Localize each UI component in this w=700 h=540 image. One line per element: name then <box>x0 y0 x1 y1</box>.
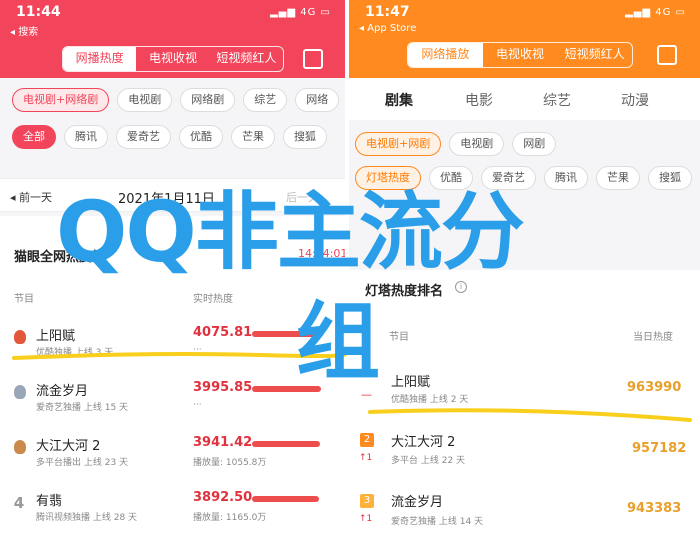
chip-variety[interactable]: 综艺 <box>243 88 288 112</box>
chip-web[interactable]: 网络剧 <box>180 88 236 112</box>
left-platform-chips: 全部 腾讯 爱奇艺 优酷 芒果 搜狐 <box>12 125 327 149</box>
tab-network-play[interactable]: 网络播放 <box>408 43 483 67</box>
share-icon[interactable] <box>303 49 323 69</box>
left-back-link[interactable]: ◂ 搜索 <box>10 23 38 38</box>
bronze-medal-icon <box>14 440 26 454</box>
gold-medal-icon <box>14 330 26 344</box>
chip-tencent[interactable]: 腾讯 <box>64 125 108 149</box>
left-row-1-sub: 优酷独播 上线 3 天 <box>36 348 114 358</box>
chip-more[interactable]: 网络 <box>295 88 340 112</box>
chip-tv-plus-web[interactable]: 电视剧+网络剧 <box>12 88 110 112</box>
prev-day-button[interactable]: ◂ 前一天 <box>10 189 52 205</box>
watermark-line-1: QQ非主流分 <box>56 183 525 281</box>
right-row-2-value: 957182 <box>632 441 687 456</box>
right-clock: 11:47 <box>365 4 410 20</box>
right-row-3-value: 943383 <box>627 501 682 516</box>
left-category-chips: 电视剧+网络剧 电视剧 网络剧 综艺 网络 <box>12 88 340 112</box>
chip-web-right[interactable]: 网剧 <box>512 132 557 156</box>
left-row-3-extra: 播放量: 1055.8万 <box>193 458 267 468</box>
right-row-2-title[interactable]: 大江大河 2 <box>391 431 455 450</box>
left-row-4-sub: 腾讯视频独播 上线 28 天 <box>36 513 138 523</box>
left-row-3-sub: 多平台播出 上线 23 天 <box>36 458 129 468</box>
left-row-1-value: 4075.81 <box>193 325 253 340</box>
right-row-1-sub: 优酷独播 上线 2 天 <box>391 395 469 405</box>
right-row-1-title[interactable]: 上阳赋 <box>391 371 430 390</box>
left-top-tabs: 网播热度 电视收视 短视频红人 <box>62 46 284 72</box>
right-status-bar: 11:47 ◂ App Store ▂▄▆ 4G ▭ <box>349 0 700 40</box>
right-type-tabs: 剧集 电影 综艺 动漫 <box>349 78 700 120</box>
rank-3-badge: 3 <box>360 494 374 508</box>
watermark-line-2: 组 <box>296 293 381 391</box>
tab-short-video-right[interactable]: 短视频红人 <box>557 43 632 67</box>
left-col-program: 节目 <box>14 294 34 305</box>
right-top-tabs: 网络播放 电视收视 短视频红人 <box>407 42 633 68</box>
right-row-2-change: ↑1 <box>359 453 373 463</box>
tab-tv-rating-right[interactable]: 电视收视 <box>483 43 558 67</box>
left-row-3-heat-bar <box>252 441 320 447</box>
chip-iqiyi[interactable]: 爱奇艺 <box>116 125 171 149</box>
left-row-1-title[interactable]: 上阳赋 <box>36 325 75 344</box>
type-tab-anime[interactable]: 动漫 <box>621 90 649 110</box>
chip-mango[interactable]: 芒果 <box>231 125 275 149</box>
share-icon-right[interactable] <box>657 45 677 65</box>
left-row-3-value: 3941.42 <box>193 435 253 450</box>
left-row-2-title[interactable]: 流金岁月 <box>36 380 88 399</box>
right-back-link[interactable]: ◂ App Store <box>359 23 416 34</box>
chip-sohu[interactable]: 搜狐 <box>283 125 327 149</box>
rank-2-badge: 2 <box>360 433 374 447</box>
chip-tv-plus-web-right[interactable]: 电视剧+网剧 <box>355 132 442 156</box>
type-tab-movie[interactable]: 电影 <box>465 90 493 110</box>
right-row-2-sub: 多平台 上线 22 天 <box>391 456 466 466</box>
chip-all[interactable]: 全部 <box>12 125 56 149</box>
right-col-heat: 当日热度 <box>633 332 673 343</box>
chip-tv[interactable]: 电视剧 <box>117 88 173 112</box>
right-col-program: 节目 <box>389 332 409 343</box>
right-category-chips: 电视剧+网剧 电视剧 网剧 <box>355 132 557 156</box>
left-row-4-rank: 4 <box>13 494 25 512</box>
right-row-3-sub: 爱奇艺独播 上线 14 天 <box>391 517 484 527</box>
chip-tencent-right[interactable]: 腾讯 <box>544 166 588 190</box>
left-row-2-extra: ··· <box>193 400 202 410</box>
chip-youku[interactable]: 优酷 <box>179 125 223 149</box>
left-row-4-heat-bar <box>252 496 319 502</box>
left-col-heat: 实时热度 <box>193 294 233 305</box>
left-signal-icons: ▂▄▆ 4G ▭ <box>269 7 331 18</box>
left-row-2-value: 3995.85 <box>193 380 253 395</box>
left-row-4-title[interactable]: 有翡 <box>36 490 62 509</box>
right-row-3-change: ↑1 <box>359 514 373 524</box>
left-row-2-sub: 爱奇艺独播 上线 15 天 <box>36 403 129 413</box>
left-clock: 11:44 <box>16 4 61 20</box>
tab-web-heat[interactable]: 网播热度 <box>63 47 137 71</box>
left-status-bar: 11:44 ◂ 搜索 ▂▄▆ 4G ▭ <box>0 0 345 40</box>
right-row-1-value: 963990 <box>627 380 682 395</box>
right-signal-icons: ▂▄▆ 4G ▭ <box>624 7 686 18</box>
silver-medal-icon <box>14 385 26 399</box>
left-row-3-title[interactable]: 大江大河 2 <box>36 435 100 454</box>
tab-tv-rating[interactable]: 电视收视 <box>136 47 209 71</box>
chip-sohu-right[interactable]: 搜狐 <box>648 166 692 190</box>
chip-tv-right[interactable]: 电视剧 <box>449 132 505 156</box>
chip-mango-right[interactable]: 芒果 <box>596 166 640 190</box>
tab-short-video[interactable]: 短视频红人 <box>210 47 283 71</box>
type-tab-variety[interactable]: 综艺 <box>543 90 571 110</box>
right-row-3-title[interactable]: 流金岁月 <box>391 491 443 510</box>
type-tab-series[interactable]: 剧集 <box>385 90 413 110</box>
left-row-1-extra: ··· <box>193 345 202 355</box>
left-row-4-value: 3892.50 <box>193 490 253 505</box>
left-row-4-extra: 播放量: 1165.0万 <box>193 513 267 523</box>
